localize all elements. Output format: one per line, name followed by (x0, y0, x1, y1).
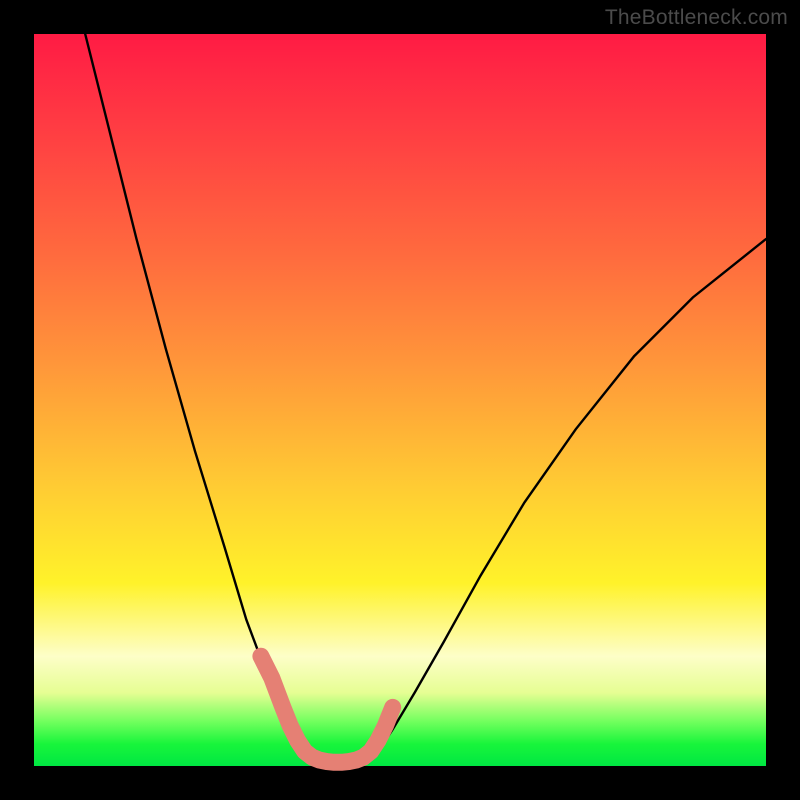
plot-area (34, 34, 766, 766)
highlight-segment (261, 656, 393, 762)
bottleneck-curve (85, 34, 766, 762)
curve-layer (34, 34, 766, 766)
chart-frame: TheBottleneck.com (0, 0, 800, 800)
watermark-text: TheBottleneck.com (605, 6, 788, 30)
